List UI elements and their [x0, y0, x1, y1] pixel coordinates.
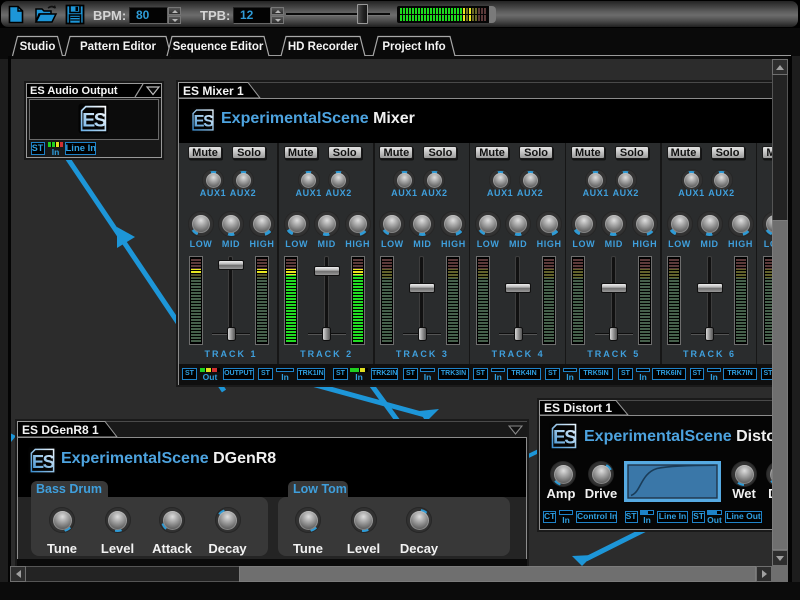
- svg-text:HD Recorder: HD Recorder: [288, 41, 359, 53]
- svg-text:ES: ES: [82, 109, 107, 131]
- svg-text:Project Info: Project Info: [382, 41, 445, 53]
- svg-text:ES: ES: [31, 451, 54, 472]
- svg-text:Sequence Editor: Sequence Editor: [173, 41, 264, 53]
- svg-text:ES: ES: [553, 428, 576, 449]
- svg-text:Pattern Editor: Pattern Editor: [80, 41, 157, 53]
- svg-text:Studio: Studio: [20, 41, 56, 53]
- svg-text:ES: ES: [193, 113, 214, 131]
